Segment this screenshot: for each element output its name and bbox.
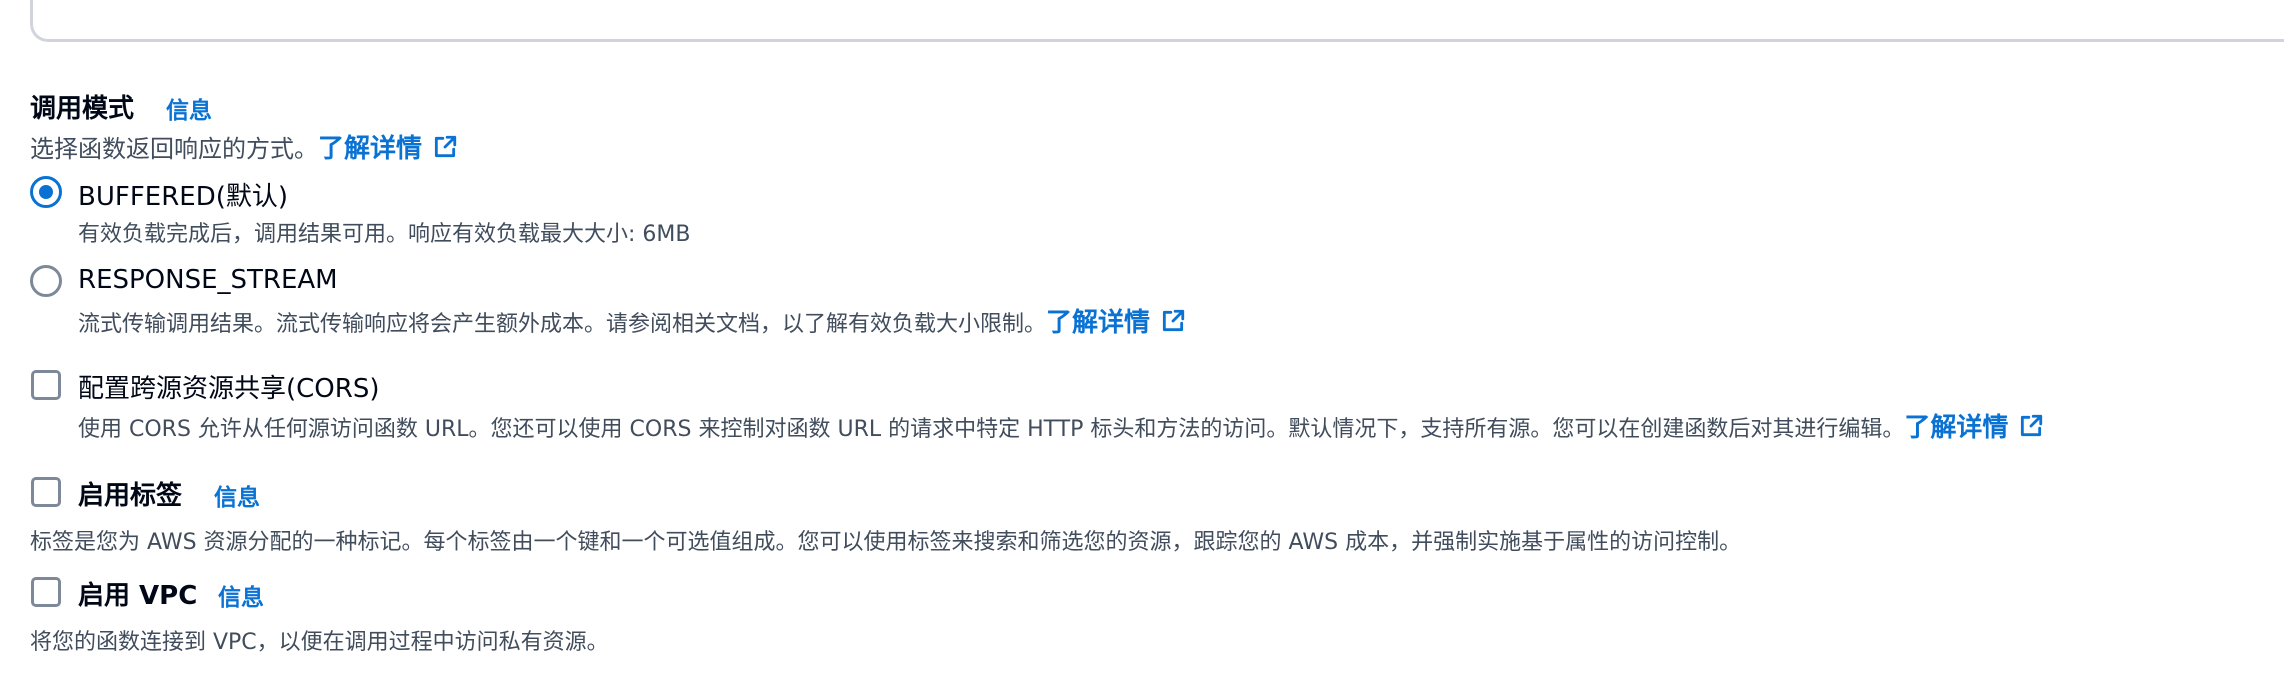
cors-checkbox[interactable] [31, 370, 61, 400]
tags-checkbox[interactable] [31, 477, 61, 507]
vpc-label[interactable]: 启用 VPC [78, 575, 197, 612]
invoke-mode-title: 调用模式 [30, 94, 135, 124]
response-stream-description: 流式传输调用结果。流式传输响应将会产生额外成本。请参阅相关文档，以了解有效负载大… [78, 302, 1186, 339]
vpc-checkbox[interactable] [31, 577, 61, 607]
function-url-settings: 调用模式 信息 选择函数返回响应的方式。 了解详情 BUFFERED(默认) 有效… [0, 0, 2284, 690]
response-stream-learn-more-link[interactable]: 了解详情 [1046, 302, 1186, 339]
external-link-icon [1162, 309, 1185, 331]
invoke-mode-learn-more-link[interactable]: 了解详情 [318, 128, 458, 165]
external-link-icon [2021, 414, 2043, 436]
cors-description: 使用 CORS 允许从任何源访问函数 URL。您还可以使用 CORS 来控制对函… [78, 407, 2044, 444]
buffered-radio[interactable] [30, 176, 62, 208]
invoke-mode-description-text: 选择函数返回响应的方式。 [30, 135, 318, 163]
invoke-mode-info-link[interactable]: 信息 [166, 91, 212, 125]
response-stream-label[interactable]: RESPONSE_STREAM [78, 265, 338, 295]
tags-description: 标签是您为 AWS 资源分配的一种标记。每个标签由一个键和一个可选值组成。您可以… [30, 530, 1742, 555]
tags-label[interactable]: 启用标签 [78, 475, 182, 512]
buffered-description: 有效负载完成后，调用结果可用。响应有效负载最大大小: 6MB [78, 222, 691, 247]
cors-label[interactable]: 配置跨源资源共享(CORS) [78, 368, 379, 405]
cors-learn-more-link[interactable]: 了解详情 [1904, 407, 2044, 444]
tags-info-link[interactable]: 信息 [214, 478, 260, 512]
learn-more-label: 了解详情 [1046, 308, 1151, 338]
learn-more-label: 了解详情 [1904, 413, 2009, 443]
vpc-info-link[interactable]: 信息 [218, 578, 264, 612]
previous-section-container [30, 0, 2284, 42]
response-stream-radio[interactable] [30, 265, 62, 297]
buffered-label[interactable]: BUFFERED(默认) [78, 176, 288, 213]
cors-description-text: 使用 CORS 允许从任何源访问函数 URL。您还可以使用 CORS 来控制对函… [78, 417, 1905, 442]
learn-more-label: 了解详情 [318, 134, 423, 164]
external-link-icon [434, 135, 457, 157]
response-stream-description-text: 流式传输调用结果。流式传输响应将会产生额外成本。请参阅相关文档，以了解有效负载大… [78, 312, 1047, 337]
vpc-description: 将您的函数连接到 VPC，以便在调用过程中访问私有资源。 [30, 630, 609, 655]
invoke-mode-description: 选择函数返回响应的方式。 了解详情 [30, 128, 458, 165]
